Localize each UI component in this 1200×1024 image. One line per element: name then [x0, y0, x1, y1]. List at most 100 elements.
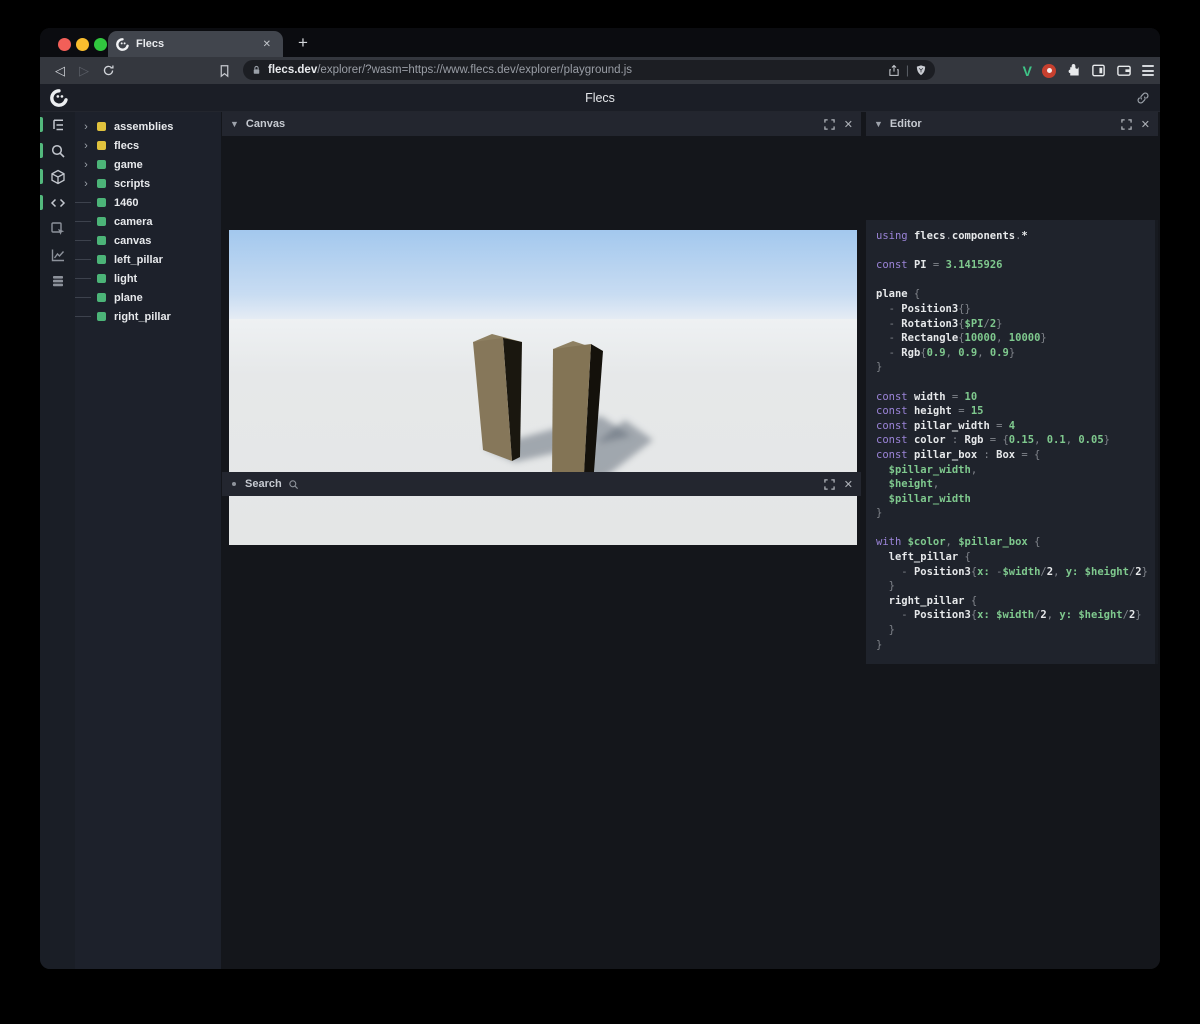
tree-item-plane[interactable]: plane	[75, 288, 221, 307]
permalink-icon[interactable]	[1136, 91, 1150, 105]
menu-icon[interactable]	[1142, 65, 1154, 76]
code-line: $pillar_width	[876, 492, 971, 505]
sky	[229, 230, 857, 322]
tree-item-light[interactable]: light	[75, 269, 221, 288]
share-icon[interactable]	[888, 64, 900, 77]
adblock-extension-icon[interactable]	[1042, 63, 1056, 78]
sidebar-item-outliner[interactable]	[40, 112, 75, 138]
sidebar-item-stats[interactable]	[40, 242, 75, 268]
code-line: - Position3{x: $width/2, y: $height/2}	[876, 609, 1142, 622]
expand-chevron-icon[interactable]: ›	[75, 140, 97, 152]
code-line: }	[876, 624, 895, 637]
code-line: const height = 15	[876, 405, 984, 418]
search-glyph-icon	[289, 479, 298, 489]
code-line: const pillar_box : Box = {	[876, 448, 1041, 461]
browser-tab[interactable]: Flecs ✕	[108, 31, 283, 57]
sidebar-toggle-icon[interactable]	[1091, 63, 1106, 78]
tree-item-assemblies[interactable]: › assemblies	[75, 117, 221, 136]
canvas-3d-scene	[229, 230, 857, 545]
reload-button[interactable]	[96, 64, 120, 77]
url-bar[interactable]: flecs.dev/explorer/?wasm=https://www.fle…	[243, 60, 935, 80]
tree-item-label: right_pillar	[114, 310, 171, 323]
sidebar-item-entities[interactable]	[40, 164, 75, 190]
tree-item-flecs[interactable]: › flecs	[75, 136, 221, 155]
close-panel-icon[interactable]: ✕	[1141, 118, 1150, 131]
entity-type-badge	[97, 160, 106, 169]
close-panel-icon[interactable]: ✕	[844, 478, 853, 491]
search-icon	[51, 144, 65, 158]
code-line: - Position3{}	[876, 302, 971, 315]
fullscreen-icon[interactable]	[1121, 118, 1132, 130]
collapse-chevron-icon[interactable]: ▼	[874, 119, 883, 129]
tree-item-game[interactable]: › game	[75, 155, 221, 174]
code-line: using flecs.components.*	[876, 230, 1028, 242]
active-indicator	[40, 117, 43, 132]
tree-connector	[75, 297, 91, 298]
editor-panel-title: Editor	[889, 118, 922, 130]
collapse-chevron-icon[interactable]: ▼	[230, 119, 239, 129]
collapsed-indicator-icon[interactable]	[232, 482, 236, 486]
tree-connector	[75, 259, 91, 260]
page-title: Flecs	[585, 91, 615, 105]
tree-item-label: flecs	[114, 139, 140, 152]
search-panel-title: Search	[245, 478, 282, 490]
canvas-panel-title: Canvas	[245, 118, 286, 130]
fullscreen-icon[interactable]	[824, 118, 835, 130]
tree-item-label: game	[114, 158, 143, 171]
tree-item-label: assemblies	[114, 120, 174, 133]
tab-close-icon[interactable]: ✕	[259, 37, 275, 52]
brave-shield-icon[interactable]	[915, 64, 927, 77]
entity-tree-panel: › assemblies › flecs › game › scripts 1460 camera…	[75, 112, 221, 969]
expand-chevron-icon[interactable]: ›	[75, 121, 97, 133]
window-minimize-button[interactable]	[76, 38, 89, 51]
back-button[interactable]: ◁	[48, 63, 72, 79]
active-indicator	[40, 195, 43, 210]
tree-item-label: left_pillar	[114, 253, 163, 266]
sidebar-item-search[interactable]	[40, 138, 75, 164]
canvas-3d-viewport[interactable]	[229, 230, 857, 545]
extensions-puzzle-icon[interactable]	[1066, 63, 1081, 78]
sidebar-item-queries[interactable]	[40, 268, 75, 294]
wallet-icon[interactable]	[1116, 63, 1132, 78]
inspect-cursor-icon	[50, 222, 64, 235]
fullscreen-icon[interactable]	[824, 478, 835, 490]
code-line: }	[876, 638, 883, 651]
tree-item-scripts[interactable]: › scripts	[75, 174, 221, 193]
bookmark-icon	[220, 64, 229, 78]
tab-title: Flecs	[136, 38, 165, 50]
cube-icon	[50, 169, 65, 185]
tree-connector	[75, 316, 91, 317]
entity-type-badge	[97, 236, 106, 245]
new-tab-button[interactable]: +	[291, 31, 315, 55]
forward-button[interactable]: ▷	[72, 63, 96, 79]
tree-item-canvas[interactable]: canvas	[75, 231, 221, 250]
window-zoom-button[interactable]	[94, 38, 107, 51]
bookmark-button[interactable]	[218, 64, 231, 78]
window-close-button[interactable]	[58, 38, 71, 51]
extensions-area: V	[1023, 57, 1154, 84]
vue-devtools-icon[interactable]: V	[1023, 63, 1032, 79]
editor-panel-header[interactable]: ▼ Editor ✕	[866, 112, 1158, 136]
sidebar-item-code[interactable]	[40, 190, 75, 216]
entity-type-badge	[97, 217, 106, 226]
code-line: const width = 10	[876, 390, 978, 403]
script-editor[interactable]: using flecs.components.* const PI = 3.14…	[866, 220, 1158, 664]
search-panel-header[interactable]: Search ✕	[222, 472, 861, 496]
tree-item-right_pillar[interactable]: right_pillar	[75, 307, 221, 326]
sidebar-item-inspect[interactable]	[40, 216, 75, 242]
expand-chevron-icon[interactable]: ›	[75, 178, 97, 190]
url-text: flecs.dev/explorer/?wasm=https://www.fle…	[268, 64, 633, 76]
tree-item-camera[interactable]: camera	[75, 212, 221, 231]
code-line: - Rotation3{$PI/2}	[876, 317, 1003, 330]
tree-item-label: light	[114, 272, 138, 285]
browser-window: Flecs ✕ + ◁ ▷ flecs.dev/explorer/?wasm=h…	[40, 28, 1160, 969]
expand-chevron-icon[interactable]: ›	[75, 159, 97, 171]
canvas-panel-header[interactable]: ▼ Canvas ✕	[222, 112, 861, 136]
tree-item-left_pillar[interactable]: left_pillar	[75, 250, 221, 269]
tree-item-1460[interactable]: 1460	[75, 193, 221, 212]
close-panel-icon[interactable]: ✕	[844, 118, 853, 131]
code-line: - Rectangle{10000, 10000}	[876, 332, 1047, 345]
